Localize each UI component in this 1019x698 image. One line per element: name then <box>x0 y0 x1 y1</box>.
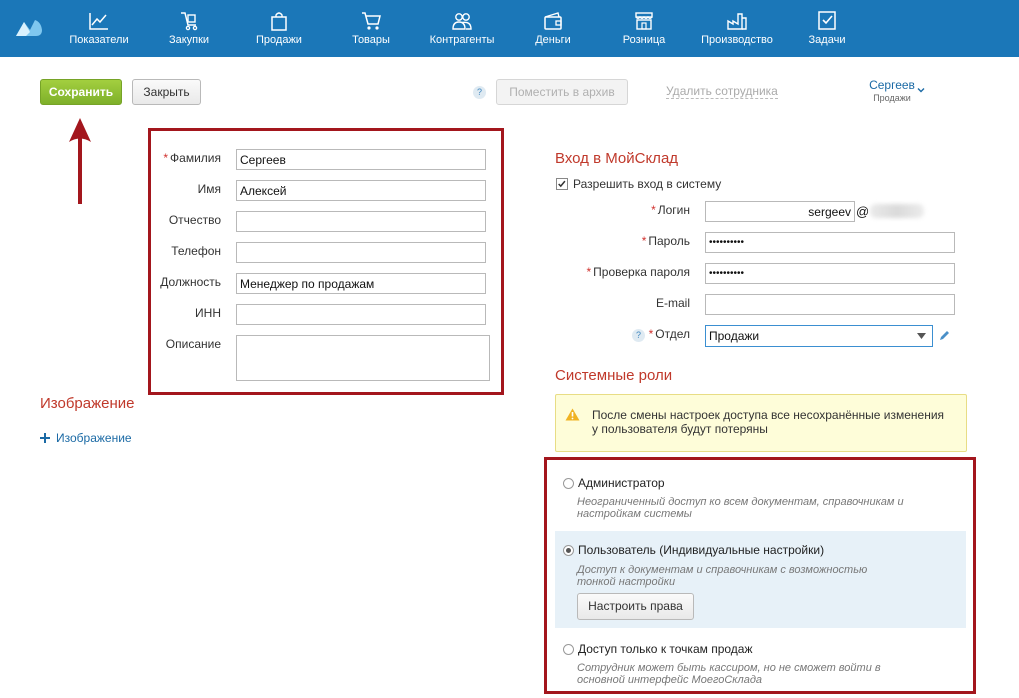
firstname-label: Имя <box>197 182 221 196</box>
save-button[interactable]: Сохранить <box>40 79 122 105</box>
delete-employee-link[interactable]: Удалить сотрудника <box>666 85 778 99</box>
nav-item-label: Розница <box>622 34 666 46</box>
help-icon[interactable]: ? <box>473 86 486 99</box>
archive-button[interactable]: Поместить в архив <box>496 79 628 105</box>
role-title-pos-only: Доступ только к точкам продаж <box>578 642 753 656</box>
password-label: * Пароль <box>641 234 690 248</box>
nav-item-goods[interactable]: Товары <box>349 10 393 46</box>
nav-item-money[interactable]: Деньги <box>533 10 573 46</box>
confirm-password-input[interactable]: •••••••••• <box>705 263 955 284</box>
login-section-title: Вход в МойСклад <box>555 150 679 167</box>
nav-item-dashboard[interactable]: Показатели <box>68 10 130 46</box>
nav-item-counterparties[interactable]: Контрагенты <box>428 10 496 46</box>
redacted-domain <box>870 204 924 218</box>
allow-login-checkbox[interactable] <box>556 178 568 190</box>
image-section-title: Изображение <box>40 395 135 412</box>
moysklad-logo[interactable] <box>14 16 44 38</box>
login-input[interactable] <box>705 201 855 222</box>
cart-trolley-icon <box>181 12 198 31</box>
inn-label: ИНН <box>195 306 221 320</box>
lastname-label: * Фамилия <box>163 151 221 165</box>
chevron-down-icon[interactable] <box>917 86 925 94</box>
position-input[interactable] <box>236 273 486 294</box>
nav-item-label: Контрагенты <box>429 34 495 46</box>
department-select[interactable]: Продажи <box>705 325 933 347</box>
nav-item-purchases[interactable]: Закупки <box>166 10 212 46</box>
top-navigation: Показатели Закупки Продажи Товары Контра… <box>0 0 1019 57</box>
role-radio-user[interactable] <box>563 545 574 556</box>
factory-icon <box>727 13 747 30</box>
position-label: Должность <box>160 275 221 289</box>
close-button[interactable]: Закрыть <box>132 79 201 105</box>
firstname-input[interactable] <box>236 180 486 201</box>
at-sign: @ <box>856 204 870 219</box>
allow-login-label: Разрешить вход в систему <box>573 177 722 191</box>
roles-section-title: Системные роли <box>555 367 673 384</box>
chart-icon <box>89 13 108 30</box>
email-label: E-mail <box>655 296 690 310</box>
description-label: Описание <box>165 337 221 351</box>
patronymic-label: Отчество <box>168 213 221 227</box>
nav-item-sales[interactable]: Продажи <box>254 10 304 46</box>
role-title-admin: Администратор <box>578 476 665 490</box>
cart-icon <box>362 12 381 30</box>
nav-item-label: Показатели <box>69 34 129 46</box>
patronymic-input[interactable] <box>236 211 486 232</box>
user-name: Сергеев <box>869 78 915 92</box>
role-title-user: Пользователь (Индивидуальные настройки) <box>578 543 825 557</box>
people-icon <box>452 13 472 30</box>
nav-item-label: Задачи <box>808 34 846 46</box>
checkmark-icon <box>558 180 566 188</box>
password-input[interactable]: •••••••••• <box>705 232 955 253</box>
wallet-icon <box>544 12 562 30</box>
user-department: Продажи <box>873 93 911 103</box>
role-desc-pos-only: Сотрудник может быть кассиром, но не смо… <box>577 662 881 686</box>
user-menu[interactable]: Сергеев Продажи <box>862 78 922 103</box>
email-input[interactable] <box>705 294 955 315</box>
shopping-bag-icon <box>271 12 287 31</box>
description-textarea[interactable] <box>236 335 490 381</box>
pencil-icon[interactable] <box>939 330 950 341</box>
inn-input[interactable] <box>236 304 486 325</box>
configure-rights-button[interactable]: Настроить права <box>577 593 694 620</box>
phone-input[interactable] <box>236 242 486 263</box>
annotation-arrow-icon <box>69 118 91 204</box>
phone-label: Телефон <box>171 244 221 258</box>
store-icon <box>635 12 653 30</box>
nav-item-label: Производство <box>701 34 773 46</box>
nav-item-label: Товары <box>352 34 390 46</box>
nav-item-tasks[interactable]: Задачи <box>807 10 847 46</box>
role-desc-admin: Неограниченный доступ ко всем документам… <box>577 496 904 520</box>
dropdown-caret-icon[interactable] <box>917 333 926 339</box>
checkbox-icon <box>818 11 836 30</box>
warning-text: После смены настроек доступа все несохра… <box>592 408 945 436</box>
department-label: * Отдел <box>648 327 690 341</box>
nav-item-label: Продажи <box>256 34 302 46</box>
plus-icon[interactable] <box>40 433 50 443</box>
nav-item-retail[interactable]: Розница <box>621 10 667 46</box>
nav-item-label: Закупки <box>168 34 210 46</box>
nav-item-production[interactable]: Производство <box>699 10 775 46</box>
role-desc-user: Доступ к документам и справочникам с воз… <box>577 564 868 588</box>
add-image-link[interactable]: Изображение <box>56 431 132 445</box>
nav-item-label: Деньги <box>535 34 571 46</box>
warning-icon <box>565 408 580 421</box>
role-radio-pos-only[interactable] <box>563 644 574 655</box>
confirm-password-label: * Проверка пароля <box>586 265 690 279</box>
login-label: * Логин <box>651 203 690 217</box>
lastname-input[interactable] <box>236 149 486 170</box>
role-radio-admin[interactable] <box>563 478 574 489</box>
